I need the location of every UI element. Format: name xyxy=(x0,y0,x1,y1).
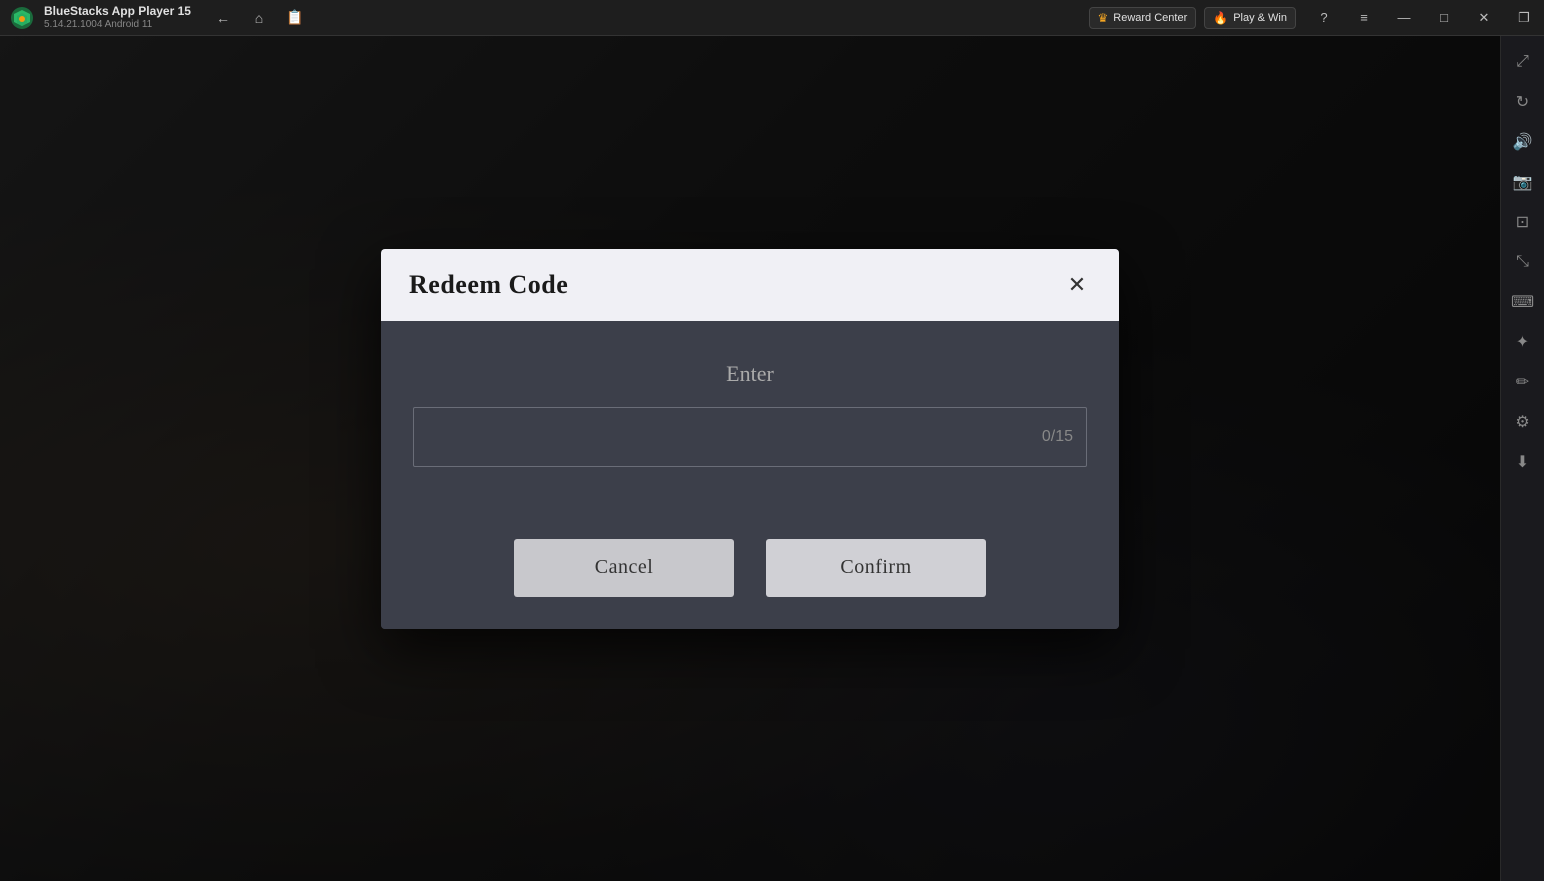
right-sidebar: ⤢ ↻ 🔊 📷 ⊡ ⤡ ⌨ ✦ ✏ ⚙ ⬇ xyxy=(1500,36,1544,881)
expand-sidebar-icon[interactable]: ⤢ xyxy=(1505,44,1541,80)
fire-icon: 🔥 xyxy=(1213,11,1228,25)
play-win-button[interactable]: 🔥 Play & Win xyxy=(1204,7,1296,29)
app-version: 5.14.21.1004 Android 11 xyxy=(44,19,191,31)
settings-sidebar-icon[interactable]: ⚙ xyxy=(1505,404,1541,440)
maximize-button[interactable]: □ xyxy=(1424,0,1464,36)
crown-icon: ♛ xyxy=(1098,11,1109,25)
screenshot-sidebar-icon[interactable]: ⊡ xyxy=(1505,204,1541,240)
brush-sidebar-icon[interactable]: ✏ xyxy=(1505,364,1541,400)
modal-footer: Cancel Confirm xyxy=(381,539,1119,629)
code-input[interactable] xyxy=(413,407,1087,467)
download-sidebar-icon[interactable]: ⬇ xyxy=(1505,444,1541,480)
modal-title: Redeem Code xyxy=(409,270,568,300)
app-name: BlueStacks App Player 15 xyxy=(44,4,191,18)
play-win-label: Play & Win xyxy=(1233,12,1287,24)
copy-button[interactable]: 📋 xyxy=(283,6,307,30)
minimize-button[interactable]: — xyxy=(1384,0,1424,36)
close-button[interactable]: ✕ xyxy=(1464,0,1504,36)
bluestacks-logo xyxy=(8,4,36,32)
restore-button[interactable]: ❐ xyxy=(1504,0,1544,36)
app-name-block: BlueStacks App Player 15 5.14.21.1004 An… xyxy=(44,4,191,30)
modal-close-button[interactable]: ✕ xyxy=(1059,267,1095,303)
menu-button[interactable]: ≡ xyxy=(1344,0,1384,36)
modal-body: Enter 0/15 xyxy=(381,321,1119,539)
cancel-button[interactable]: Cancel xyxy=(514,539,734,597)
home-button[interactable]: ⌂ xyxy=(247,6,271,30)
redeem-code-modal: Redeem Code ✕ Enter 0/15 Cancel Confirm xyxy=(381,249,1119,629)
code-input-wrapper: 0/15 xyxy=(413,407,1087,467)
modal-backdrop: Redeem Code ✕ Enter 0/15 Cancel Confirm xyxy=(0,36,1500,881)
main-content: Redeem Code ✕ Enter 0/15 Cancel Confirm xyxy=(0,36,1500,881)
camera-sidebar-icon[interactable]: 📷 xyxy=(1505,164,1541,200)
resize-sidebar-icon[interactable]: ⤡ xyxy=(1505,244,1541,280)
confirm-button[interactable]: Confirm xyxy=(766,539,986,597)
enter-label: Enter xyxy=(413,361,1087,387)
titlebar: BlueStacks App Player 15 5.14.21.1004 An… xyxy=(0,0,1544,36)
keyboard-sidebar-icon[interactable]: ⌨ xyxy=(1505,284,1541,320)
modal-header: Redeem Code ✕ xyxy=(381,249,1119,321)
rotate-sidebar-icon[interactable]: ↻ xyxy=(1505,84,1541,120)
help-button[interactable]: ? xyxy=(1304,0,1344,36)
window-controls: ? ≡ — □ ✕ ❐ xyxy=(1304,0,1544,36)
joystick-sidebar-icon[interactable]: ✦ xyxy=(1505,324,1541,360)
volume-sidebar-icon[interactable]: 🔊 xyxy=(1505,124,1541,160)
reward-center-label: Reward Center xyxy=(1113,12,1187,24)
titlebar-right-actions: ♛ Reward Center 🔥 Play & Win xyxy=(1089,7,1297,29)
back-button[interactable]: ← xyxy=(211,6,235,30)
reward-center-button[interactable]: ♛ Reward Center xyxy=(1089,7,1197,29)
titlebar-nav: ← ⌂ 📋 xyxy=(211,6,307,30)
